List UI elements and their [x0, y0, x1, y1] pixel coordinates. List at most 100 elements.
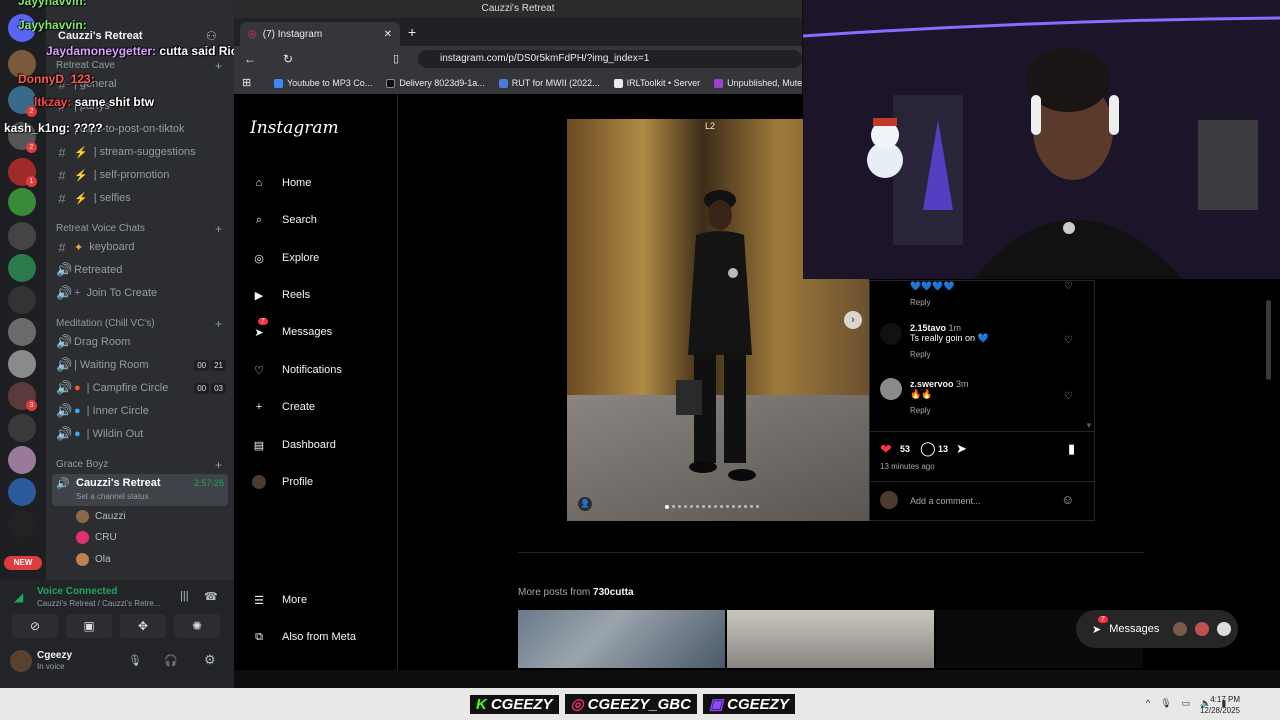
hash-icon: # — [58, 144, 66, 160]
channel-self-promotion[interactable]: # ⚡ | self-promotion — [56, 165, 226, 185]
activities-button[interactable]: ✥ — [120, 614, 166, 638]
tagged-user-icon[interactable]: 👤 — [578, 497, 592, 511]
scrollbar[interactable] — [1266, 300, 1271, 380]
headphones-icon[interactable]: 🎧 — [164, 654, 178, 667]
new-tab-icon[interactable]: + — [408, 24, 416, 40]
system-clock[interactable]: 4:17 PM 12/28/2025 — [1200, 694, 1240, 716]
messages-pill[interactable]: ➤ 7 Messages — [1076, 610, 1238, 648]
apps-icon[interactable]: ⊞ — [242, 76, 251, 89]
plus-icon[interactable]: + — [215, 59, 222, 73]
voice-path[interactable]: Cauzzi's Retreat / Cauzzi's Retre... — [37, 599, 161, 608]
next-image-button[interactable]: › — [844, 311, 862, 329]
back-icon[interactable]: ← — [244, 52, 256, 66]
server-icon[interactable] — [8, 222, 36, 250]
channel-stream-suggestions[interactable]: # ⚡ | stream-suggestions — [56, 142, 226, 162]
nav-search[interactable]: ⌕ Search — [250, 211, 317, 229]
nav-dashboard[interactable]: ▤ Dashboard — [250, 436, 336, 454]
emoji-icon[interactable]: ☺ — [1061, 492, 1074, 507]
server-icon[interactable] — [8, 510, 36, 538]
settings-icon[interactable]: ⚙ — [204, 652, 216, 668]
noise-icon[interactable]: ||| — [180, 590, 189, 602]
nav-profile[interactable]: Profile — [250, 473, 313, 491]
reply-button[interactable]: Reply — [910, 406, 1110, 415]
plus-icon[interactable]: + — [215, 458, 222, 472]
channel-wildin-out[interactable]: 🔊 ● | Wildin Out — [56, 424, 226, 444]
webcam-feed — [803, 0, 1280, 279]
nav-notifications[interactable]: ♡ Notifications — [250, 361, 342, 379]
category-meditation[interactable]: Meditation (Chill VC's) — [56, 318, 155, 329]
channel-drag-room[interactable]: 🔊 Drag Room — [56, 332, 226, 352]
disconnect-icon[interactable]: ☎ — [204, 590, 218, 603]
bookmark-item[interactable]: Unpublished, Mute... — [714, 78, 802, 88]
avatar[interactable] — [880, 378, 902, 400]
nav-more[interactable]: ☰ More — [250, 591, 307, 609]
chat-username: Jayyhavvin: — [18, 0, 87, 8]
server-icon[interactable] — [8, 414, 36, 442]
channel-inner-circle[interactable]: 🔊 ● | Inner Circle — [56, 401, 226, 421]
reply-button[interactable]: Reply — [910, 298, 1110, 307]
voice-user[interactable]: Cauzzi — [76, 510, 126, 523]
server-icon[interactable] — [8, 446, 36, 474]
channel-keyboard[interactable]: # ✦ keyboard — [56, 237, 226, 257]
bookmark-item[interactable]: IRLToolkit • Server — [613, 78, 700, 88]
bookmark-item[interactable]: Youtube to MP3 Co... — [274, 78, 372, 88]
new-badge: NEW — [4, 556, 42, 570]
reply-button[interactable]: Reply — [910, 350, 1110, 359]
heart-icon[interactable]: ♡ — [1064, 281, 1074, 292]
bookmark-item[interactable]: RUT for MWII (2022... — [498, 78, 600, 88]
chat-username: Jayyhavvin: — [18, 18, 87, 32]
avatar[interactable] — [10, 650, 32, 672]
channel-retreated[interactable]: 🔊 Retreated — [56, 260, 226, 280]
reload-icon[interactable]: ↻ — [283, 52, 293, 66]
channel-campfire-circle[interactable]: 🔊 ● | Campfire Circle 00 03 — [56, 378, 226, 398]
scroll-arrow-icon[interactable]: ▼ — [1085, 421, 1093, 430]
category-grace-boyz[interactable]: Grace Boyz — [56, 459, 108, 470]
server-icon[interactable] — [8, 478, 36, 506]
nav-home[interactable]: ⌂ Home — [250, 174, 312, 192]
browser-tab[interactable]: ◎ (7) Instagram ✕ — [240, 22, 400, 46]
close-icon[interactable]: ✕ — [384, 29, 392, 40]
instagram-logo[interactable]: Instagram — [250, 118, 339, 138]
add-friend-icon[interactable]: ⚇ — [206, 29, 217, 43]
plus-icon[interactable]: + — [215, 222, 222, 236]
server-icon[interactable] — [8, 188, 36, 216]
channel-waiting-room[interactable]: 🔊 | Waiting Room 00 21 — [56, 355, 226, 375]
server-icon[interactable] — [8, 286, 36, 314]
category-voice[interactable]: Retreat Voice Chats — [56, 223, 145, 234]
channel-active[interactable]: 🔊 Cauzzi's Retreat 2:57:26 Set a channel… — [52, 474, 228, 506]
channel-join-to-create[interactable]: 🔊 + Join To Create — [56, 283, 226, 303]
nav-messages[interactable]: ➤ 7 Messages — [250, 318, 332, 341]
like-button[interactable]: ❤ — [880, 441, 892, 458]
share-icon[interactable]: ➤ — [956, 441, 967, 457]
bookmark-item[interactable]: Delivery 8023d9-1a... — [386, 78, 485, 88]
bookmark-icon[interactable]: ▯ — [393, 52, 399, 65]
voice-user[interactable]: CRU — [76, 531, 117, 544]
post-thumbnail[interactable] — [727, 610, 934, 668]
add-comment-input[interactable]: Add a comment... — [910, 496, 981, 506]
messenger-icon: ➤ 7 — [250, 318, 268, 341]
soundboard-button[interactable]: ✺ — [174, 614, 220, 638]
save-icon[interactable]: ▮ — [1068, 441, 1075, 457]
channel-selfies[interactable]: # ⚡ | selfies — [56, 188, 226, 208]
heart-icon[interactable]: ♡ — [1064, 335, 1074, 346]
server-icon[interactable] — [8, 350, 36, 378]
plus-icon[interactable]: + — [215, 317, 222, 331]
post-thumbnail[interactable] — [518, 610, 725, 668]
voice-user[interactable]: Ola — [76, 553, 111, 566]
channel-status[interactable]: Set a channel status — [76, 492, 149, 501]
server-icon[interactable] — [8, 318, 36, 346]
nav-explore[interactable]: ◎ Explore — [250, 249, 319, 267]
category-retreat-cave[interactable]: Retreat Cave — [56, 60, 115, 71]
microphone-icon[interactable]: 🎙 — [128, 654, 142, 667]
nav-also-from-meta[interactable]: ⧉ Also from Meta — [250, 628, 356, 646]
nav-reels[interactable]: ▶ Reels — [250, 286, 310, 304]
comment-icon[interactable]: ◯ — [920, 440, 936, 457]
server-icon[interactable] — [8, 254, 36, 282]
avatar[interactable] — [880, 323, 902, 345]
screen-share-button[interactable]: ▣ — [66, 614, 112, 638]
camera-off-button[interactable]: ⊘ — [12, 614, 58, 638]
url-field[interactable]: instagram.com/p/DS0r5kmFdPH/?img_index=1 — [418, 50, 802, 68]
nav-create[interactable]: + Create — [250, 398, 315, 416]
kick-handle: K CGEEZY — [470, 694, 559, 714]
heart-icon[interactable]: ♡ — [1064, 391, 1074, 402]
